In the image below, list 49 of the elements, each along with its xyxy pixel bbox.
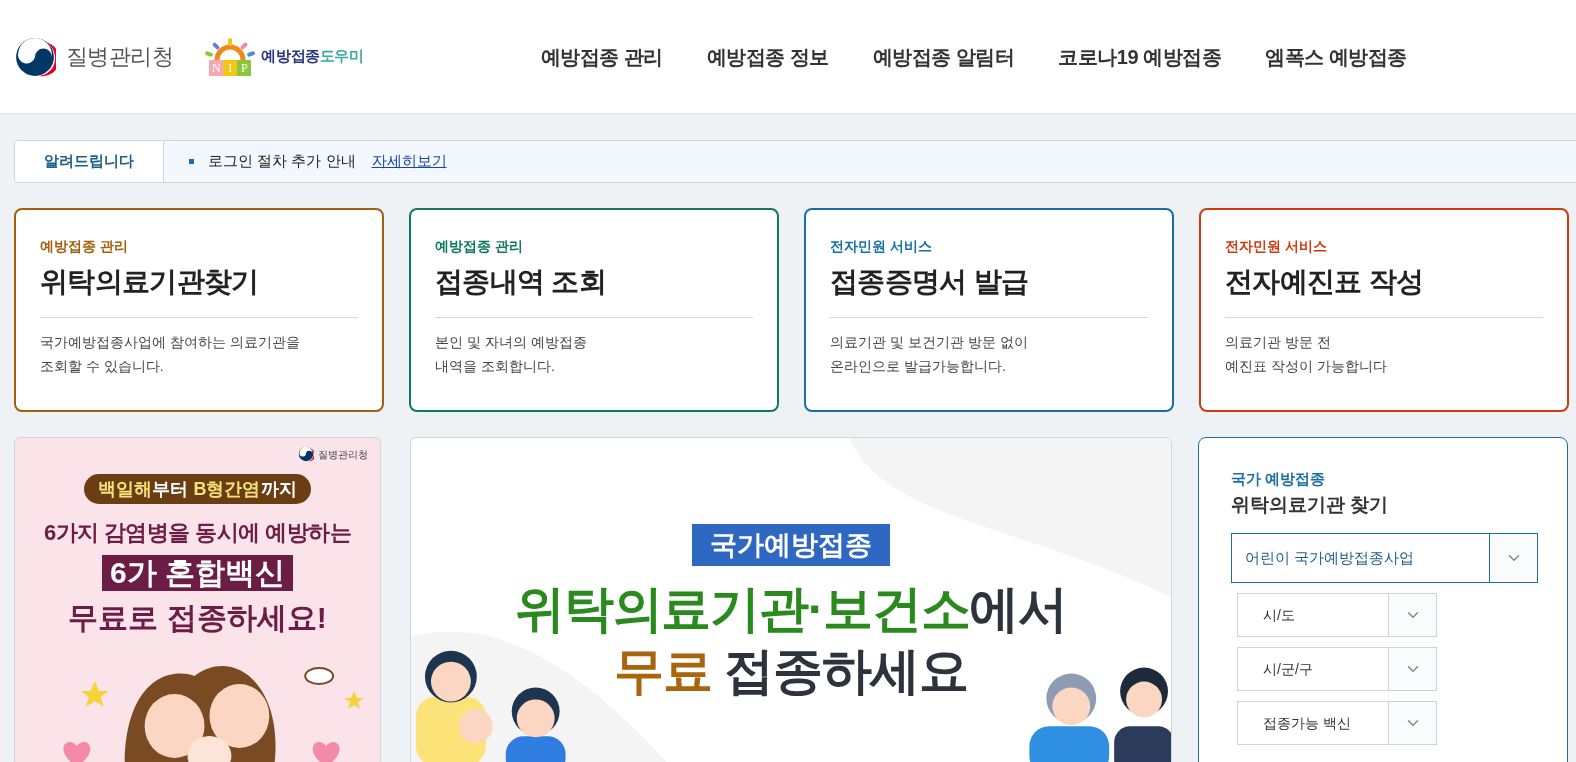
banner-badge: 국가예방접종 — [692, 524, 890, 566]
finder-subtitle: 국가 예방접종 — [1231, 469, 1327, 489]
banner-headline: 무료로 접종하세요! — [68, 600, 327, 636]
finder-title: 위탁의료기관 찾기 — [1231, 492, 1390, 517]
notice-text: 로그인 절차 추가 안내 — [208, 151, 356, 172]
card-description: 본인 및 자녀의 예방접종 내역을 조회합니다. — [435, 333, 588, 376]
banner-headline: 무료 접종하세요 — [614, 642, 968, 701]
dropdown-select[interactable]: 어린이 국가예방접종사업 — [1231, 533, 1538, 583]
dropdown-select[interactable]: 접종가능 백신 — [1237, 701, 1437, 745]
service-card[interactable]: 예방접종 관리 접종내역 조회 본인 및 자녀의 예방접종 내역을 조회합니다. — [409, 208, 779, 412]
card-category: 전자민원 서비스 — [1225, 237, 1328, 256]
service-card[interactable]: 전자민원 서비스 접종증명서 발급 의료기관 및 보건기관 방문 없이 온라인으로 발급가능합니다. — [804, 208, 1174, 412]
logo-letter: P — [237, 59, 252, 76]
banner-headline: 6가지 감염병을 동시에 예방하는 — [43, 519, 352, 547]
vaccine-banner[interactable]: 질병관리청 백일해부터 B형간염까지 6가지 감염병을 동시에 예방하는 6가 혼합백신 무료로 접종하세요! — [14, 437, 381, 762]
banner-logo-text: 질병관리청 — [318, 447, 368, 462]
dropdown-select[interactable]: 시/군/구 — [1237, 647, 1437, 691]
nav-link[interactable]: 예방접종 알림터 — [872, 41, 1015, 72]
nav-link[interactable]: 예방접종 정보 — [706, 41, 829, 72]
emblem-icon — [14, 35, 56, 78]
nav-link[interactable]: 예방접종 관리 — [540, 41, 663, 72]
notice-label: 알려드립니다 — [15, 141, 164, 182]
dropdown-select[interactable]: 시/도 — [1237, 593, 1437, 637]
card-category: 예방접종 관리 — [435, 237, 524, 256]
free-vaccination-banner[interactable]: 국가예방접종 위탁의료기관·보건소에서 무료 접종하세요 — [410, 437, 1172, 762]
card-title: 전자예진표 작성 — [1225, 261, 1543, 318]
card-title: 위탁의료기관찾기 — [40, 261, 358, 318]
nav-link[interactable]: 코로나19 예방접종 — [1058, 41, 1222, 72]
card-description: 의료기관 및 보건기관 방문 없이 온라인으로 발급가능합니다. — [830, 333, 1029, 376]
banner-highlight: 6가 혼합백신 — [102, 555, 293, 591]
service-logo-text: 예방접종도우미 — [261, 46, 364, 67]
card-title: 접종증명서 발급 — [830, 261, 1148, 318]
card-category: 예방접종 관리 — [40, 237, 129, 256]
card-description: 국가예방접종사업에 참여하는 의료기관을 조회할 수 있습니다. — [40, 333, 301, 376]
emblem-icon — [298, 446, 314, 462]
nav-link[interactable]: 엠폭스 예방접종 — [1265, 41, 1407, 72]
card-category: 전자민원 서비스 — [830, 237, 933, 256]
logo-letter: N — [209, 59, 224, 76]
service-card[interactable]: 전자민원 서비스 전자예진표 작성 의료기관 방문 전 예진표 작성이 가능합니다 — [1199, 208, 1569, 412]
agency-logo-text: 질병관리청 — [66, 43, 174, 71]
logo-letter: I — [223, 59, 238, 76]
card-description: 의료기관 방문 전 예진표 작성이 가능합니다 — [1225, 333, 1388, 376]
sun-icon — [205, 37, 256, 60]
card-title: 접종내역 조회 — [435, 261, 753, 318]
bullet-icon — [189, 159, 194, 164]
details-link[interactable]: 자세히보기 — [371, 150, 447, 173]
service-card[interactable]: 예방접종 관리 위탁의료기관찾기 국가예방접종사업에 참여하는 의료기관을 조회할 수 있습니다. — [14, 208, 384, 412]
banner-pill: 백일해부터 B형간염까지 — [84, 474, 311, 504]
banner-headline: 위탁의료기관·보건소에서 — [515, 580, 1067, 639]
